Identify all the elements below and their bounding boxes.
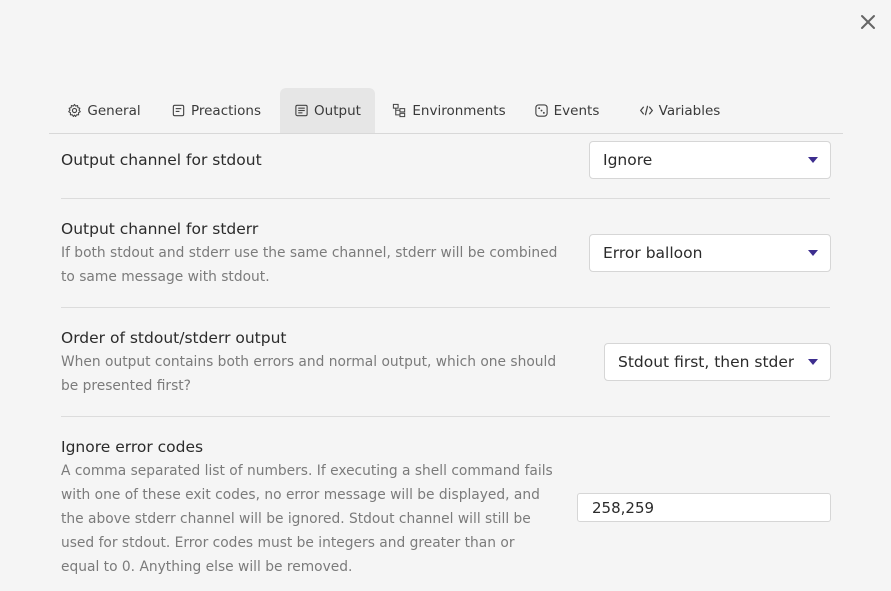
divider: [61, 307, 830, 308]
stdout-channel-select[interactable]: Ignore: [589, 141, 831, 179]
ignore-codes-description: A comma separated list of numbers. If ex…: [61, 463, 553, 575]
stdout-channel-value: Ignore: [603, 151, 653, 169]
stderr-channel-select[interactable]: Error balloon: [589, 234, 831, 272]
output-order-select[interactable]: Stdout first, then stderr.: [604, 343, 831, 381]
tab-general[interactable]: General: [58, 88, 150, 133]
tab-bar: General Preactions Output Environments E…: [49, 88, 843, 134]
tab-preactions[interactable]: Preactions: [163, 88, 269, 133]
close-icon: [861, 15, 875, 29]
stderr-channel-value: Error balloon: [603, 244, 703, 262]
ignore-codes-input[interactable]: [577, 493, 831, 522]
code-icon: [639, 103, 654, 118]
order-description: When output contains both errors and nor…: [61, 354, 557, 394]
order-label: Order of stdout/stderr output: [61, 329, 287, 347]
tab-label: Output: [314, 102, 361, 119]
chevron-down-icon: [808, 359, 818, 365]
tab-label: General: [87, 102, 141, 119]
output-order-value: Stdout first, then stderr.: [618, 353, 794, 371]
tab-label: Environments: [412, 102, 506, 119]
environments-icon: [392, 103, 407, 118]
ignore-codes-label: Ignore error codes: [61, 438, 204, 456]
tab-output[interactable]: Output: [280, 88, 375, 133]
stderr-description: If both stdout and stderr use the same c…: [61, 245, 558, 285]
divider: [61, 416, 830, 417]
stderr-label: Output channel for stderr: [61, 220, 259, 238]
divider: [61, 198, 830, 199]
tab-label: Variables: [658, 102, 721, 119]
preactions-icon: [171, 103, 186, 118]
chevron-down-icon: [808, 157, 818, 163]
tab-variables[interactable]: Variables: [631, 88, 728, 133]
tab-events[interactable]: Events: [528, 88, 605, 133]
gear-icon: [67, 103, 82, 118]
chevron-down-icon: [808, 250, 818, 256]
tab-label: Preactions: [190, 102, 262, 119]
events-icon: [534, 103, 549, 118]
tab-environments[interactable]: Environments: [389, 88, 509, 133]
stdout-label: Output channel for stdout: [61, 151, 262, 169]
tab-label: Events: [553, 102, 600, 119]
close-button[interactable]: [857, 11, 879, 33]
output-icon: [294, 103, 309, 118]
